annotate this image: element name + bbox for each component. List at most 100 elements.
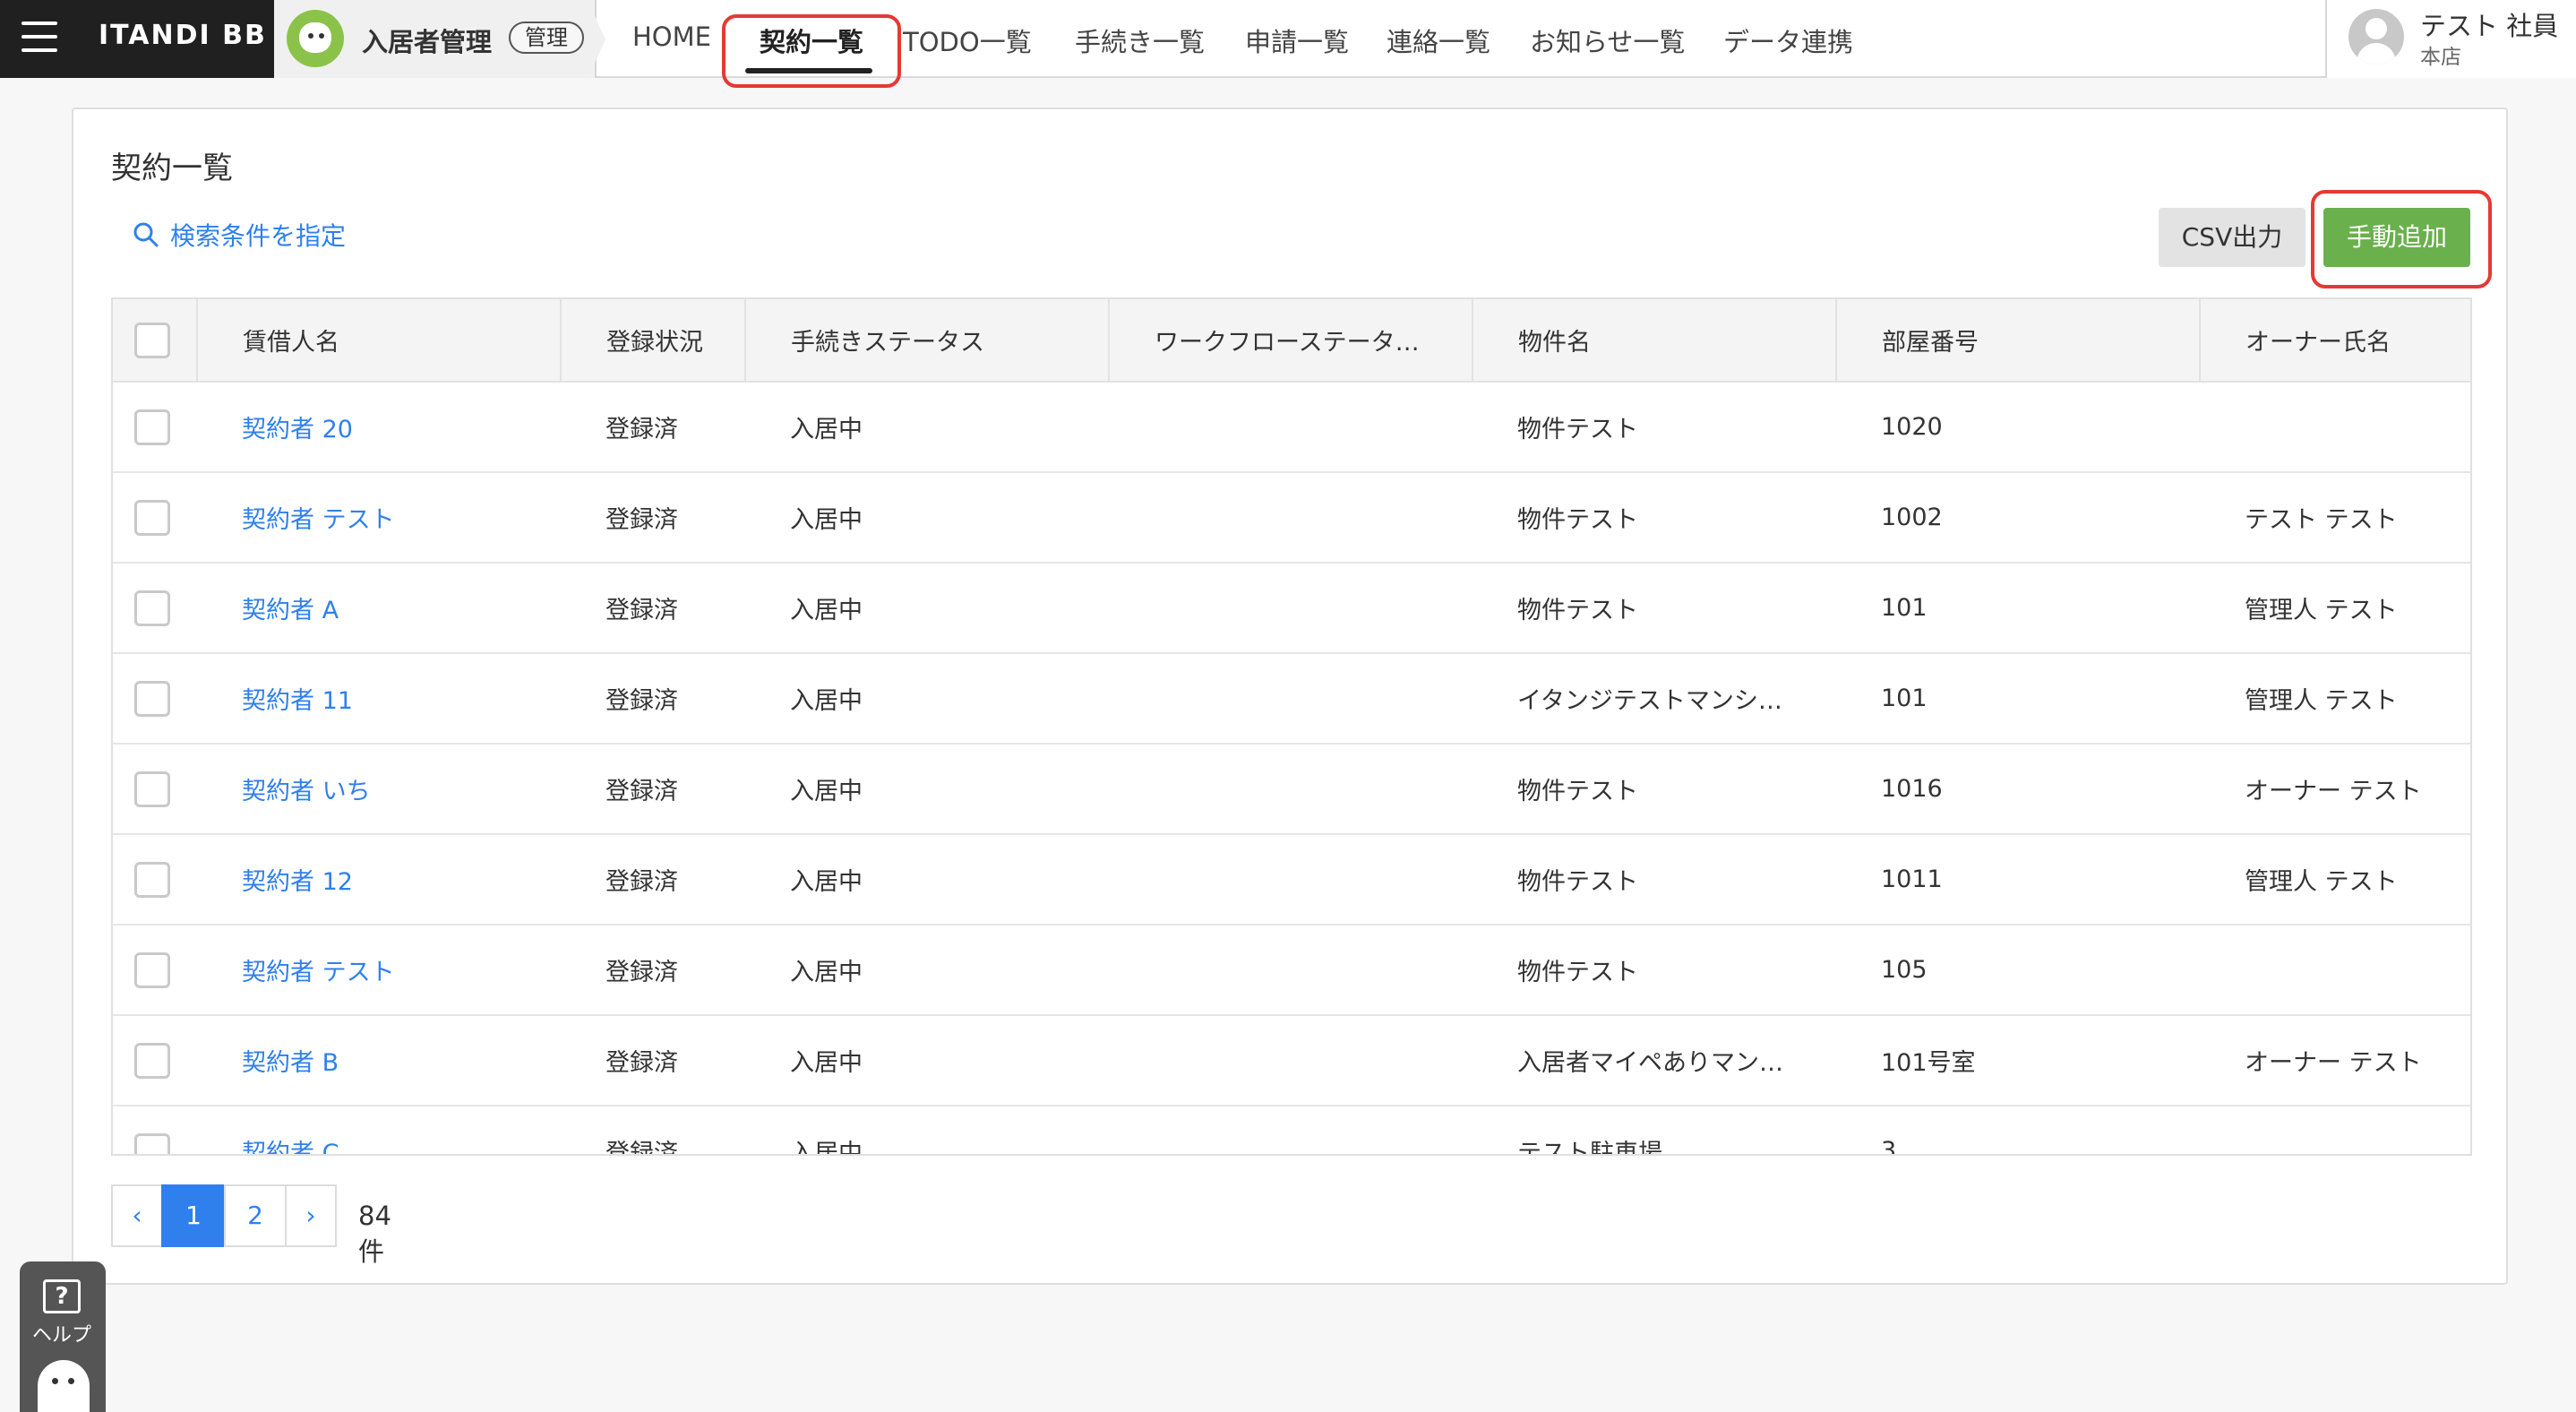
nav-applications[interactable]: 申請一覧 — [1245, 22, 1349, 59]
room-number: 101 — [1836, 653, 2200, 745]
nav-home[interactable]: HOME — [632, 22, 711, 52]
row-select-cell — [113, 472, 197, 564]
table-row: 契約者 テスト 登録済 入居中 物件テスト 105 — [113, 925, 2470, 1016]
hamburger-menu-icon[interactable] — [21, 22, 57, 54]
workflow-status — [1109, 1106, 1473, 1154]
table-row: 契約者 B 登録済 入居中 入居者マイペありマン… 101号室 オーナー テスト — [113, 1015, 2470, 1106]
search-icon — [133, 222, 159, 247]
room-number: 105 — [1836, 925, 2200, 1016]
row-select-cell — [113, 653, 197, 745]
row-checkbox[interactable] — [134, 409, 170, 445]
procedure-status: 入居中 — [745, 563, 1109, 654]
row-select-cell — [113, 834, 197, 926]
product-switcher[interactable]: 入居者管理 管理 — [274, 0, 597, 78]
table-row: 契約者 12 登録済 入居中 物件テスト 1011 管理人 テスト — [113, 834, 2470, 926]
property-name: 物件テスト — [1473, 382, 1836, 473]
table-row: 契約者 11 登録済 入居中 イタンジテストマンシ… 101 管理人 テスト — [113, 653, 2470, 745]
table-row: 契約者 20 登録済 入居中 物件テスト 1020 — [113, 382, 2470, 473]
property-name: テスト駐車場 — [1473, 1106, 1836, 1154]
owner-name: オーナー テスト — [2200, 744, 2470, 835]
room-number: 1011 — [1836, 834, 2200, 926]
registration-status: 登録済 — [561, 563, 745, 654]
tenant-name-link[interactable]: 契約者 12 — [197, 834, 561, 926]
csv-export-button[interactable]: CSV出力 — [2159, 208, 2306, 267]
procedure-status: 入居中 — [745, 925, 1109, 1016]
top-navigation-bar: ITANDI BB 入居者管理 管理 HOME 契約一覧 TODO一覧 手続き一… — [0, 0, 2576, 79]
nav-contacts[interactable]: 連絡一覧 — [1387, 22, 1490, 59]
select-all-checkbox[interactable] — [134, 322, 170, 358]
nav-procedures[interactable]: 手続き一覧 — [1075, 22, 1205, 59]
owner-name: テスト テスト — [2200, 472, 2470, 564]
column-header[interactable]: 部屋番号 — [1836, 299, 2201, 383]
prev-page-button[interactable]: ‹ — [111, 1184, 163, 1247]
user-name: テスト 社員 — [2420, 11, 2559, 41]
workflow-status — [1109, 925, 1473, 1016]
search-conditions-label: 検索条件を指定 — [170, 221, 347, 251]
manual-add-button[interactable]: 手動追加 — [2323, 208, 2470, 267]
registration-status: 登録済 — [561, 925, 745, 1016]
column-header[interactable]: 手続きステータス — [745, 299, 1110, 383]
row-checkbox[interactable] — [134, 951, 170, 988]
registration-status: 登録済 — [561, 382, 745, 473]
tenant-name-link[interactable]: 契約者 20 — [197, 382, 561, 473]
column-header[interactable]: 登録状況 — [561, 299, 746, 383]
tenant-name-link[interactable]: 契約者 テスト — [197, 925, 561, 1016]
room-number: 101号室 — [1836, 1015, 2200, 1106]
registration-status: 登録済 — [561, 472, 745, 564]
room-number: 101 — [1836, 563, 2200, 654]
help-widget[interactable]: ? ヘルプ — [20, 1261, 106, 1412]
nav-data-link[interactable]: データ連携 — [1723, 22, 1853, 59]
next-page-button[interactable]: › — [285, 1184, 337, 1247]
room-number: 1016 — [1836, 744, 2200, 835]
procedure-status: 入居中 — [745, 382, 1109, 473]
registration-status: 登録済 — [561, 1106, 745, 1154]
total-count: 84件 — [358, 1201, 391, 1267]
page-title: 契約一覧 — [111, 151, 233, 186]
registration-status: 登録済 — [561, 744, 745, 835]
nav-todo[interactable]: TODO一覧 — [903, 22, 1032, 59]
help-label: ヘルプ — [32, 1324, 92, 1347]
column-header[interactable]: ワークフローステータ… — [1109, 299, 1473, 383]
nav-notices[interactable]: お知らせ一覧 — [1530, 22, 1685, 59]
brand-name[interactable]: ITANDI BB — [99, 20, 267, 51]
property-name: 入居者マイペありマン… — [1473, 1015, 1836, 1106]
property-name: イタンジテストマンシ… — [1473, 653, 1836, 745]
workflow-status — [1109, 1015, 1473, 1106]
row-checkbox[interactable] — [134, 590, 170, 626]
row-select-cell — [113, 744, 197, 835]
registration-status: 登録済 — [561, 834, 745, 926]
property-name: 物件テスト — [1473, 563, 1836, 654]
row-select-cell — [113, 382, 197, 473]
user-menu[interactable]: テスト 社員 本店 — [2325, 0, 2576, 78]
tenant-name-link[interactable]: 契約者 いち — [197, 744, 561, 835]
page-2-button[interactable]: 2 — [224, 1184, 287, 1247]
nav-contracts[interactable]: 契約一覧 — [760, 22, 863, 59]
column-header[interactable]: 物件名 — [1473, 299, 1837, 383]
search-conditions-link[interactable]: 検索条件を指定 — [133, 217, 346, 253]
tenant-name-link[interactable]: 契約者 C — [197, 1106, 561, 1154]
procedure-status: 入居中 — [745, 1015, 1109, 1106]
row-checkbox[interactable] — [134, 1042, 170, 1079]
user-department: 本店 — [2420, 46, 2461, 69]
tenant-name-link[interactable]: 契約者 11 — [197, 653, 561, 745]
row-checkbox[interactable] — [134, 680, 170, 717]
row-checkbox[interactable] — [134, 771, 170, 807]
row-checkbox[interactable] — [134, 499, 170, 536]
property-name: 物件テスト — [1473, 834, 1836, 926]
tenant-name-link[interactable]: 契約者 テスト — [197, 472, 561, 564]
column-header[interactable]: オーナー氏名 — [2200, 299, 2470, 383]
owner-name: 管理人 テスト — [2200, 834, 2470, 926]
owner-name: 管理人 テスト — [2200, 653, 2470, 745]
owner-name: 管理人 テスト — [2200, 563, 2470, 654]
owner-name — [2200, 382, 2470, 473]
room-number: 1002 — [1836, 472, 2200, 564]
product-badge: 管理 — [509, 22, 584, 54]
page-1-button[interactable]: 1 — [161, 1184, 226, 1247]
row-checkbox[interactable] — [134, 1132, 170, 1154]
row-select-cell — [113, 563, 197, 654]
tenant-name-link[interactable]: 契約者 B — [197, 1015, 561, 1106]
row-checkbox[interactable] — [134, 861, 170, 898]
tenant-name-link[interactable]: 契約者 A — [197, 563, 561, 654]
row-select-cell — [113, 1015, 197, 1106]
column-header[interactable]: 賃借人名 — [197, 299, 562, 383]
